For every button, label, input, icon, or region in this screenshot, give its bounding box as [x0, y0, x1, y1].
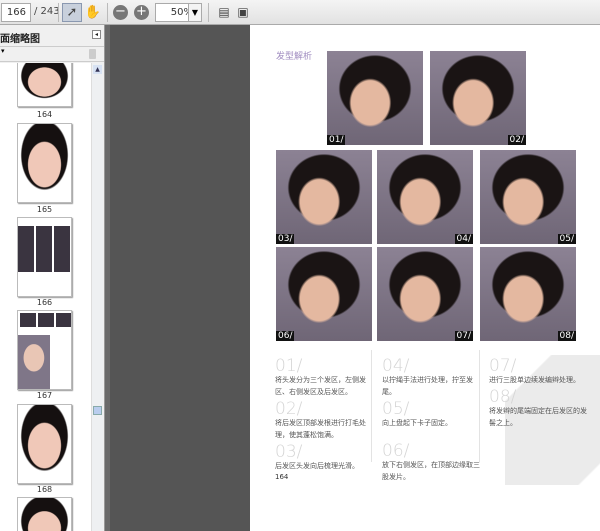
photo-label: 01/ — [327, 135, 346, 145]
toolbar: 166 / 243 ➚ ✋ − + 50% ▼ ▤ ▣ — [0, 0, 600, 25]
thumbnail-label: 166 — [36, 298, 53, 307]
thumbnail-label: 168 — [36, 485, 53, 494]
separator — [107, 3, 108, 22]
page-number-input[interactable]: 166 — [1, 3, 31, 22]
step-text: 向上盘起下卡子固定。 — [382, 419, 452, 427]
photo-label: 02/ — [507, 135, 526, 145]
photo-08: 08/ — [480, 247, 576, 341]
trash-icon[interactable] — [89, 49, 96, 59]
thumbnail-165[interactable] — [17, 123, 72, 203]
photo-label: 07/ — [454, 331, 473, 341]
step-text: 将头发分为三个发区，左侧发区、右侧发区及后发区。 — [275, 376, 366, 396]
thumbnail-168[interactable] — [17, 404, 72, 484]
photo-02: 02/ — [430, 51, 526, 145]
step-text: 将后发区顶部发根进行打毛处理，使其蓬松饱满。 — [275, 419, 366, 439]
steps-column-2: 04/ 以拧绳手法进行处理，拧至发尾。 05/ 向上盘起下卡子固定。 06/ 放… — [382, 355, 482, 483]
photo-01: 01/ — [327, 51, 423, 145]
page-total: / 243 — [34, 6, 60, 17]
fit-width-icon[interactable]: ▤ — [214, 3, 234, 22]
scroll-thumb[interactable] — [93, 406, 102, 415]
step-number: 08/ — [489, 387, 517, 407]
step-text: 将发辫的尾端固定在后发区的发髻之上。 — [489, 407, 587, 427]
photo-label: 08/ — [557, 331, 576, 341]
steps-column-1: 01/ 将头发分为三个发区，左侧发区、右侧发区及后发区。 02/ 将后发区顶部发… — [275, 355, 375, 472]
thumbnail-164[interactable] — [17, 63, 72, 107]
photo-label: 06/ — [276, 331, 295, 341]
options-row: ▾ — [0, 47, 104, 62]
separator — [58, 3, 59, 22]
step-text: 后发区头发向后梳理光滑。 — [275, 462, 359, 470]
thumbnails-panel: 面缩略图 ◂ ▾ 164 165 166 167 168 ▲ — [0, 25, 105, 531]
photo-07: 07/ — [377, 247, 473, 341]
page-title: 发型解析 — [276, 52, 313, 62]
zoom-out-icon[interactable]: − — [113, 5, 128, 20]
thumbnail-list: 164 165 166 167 168 — [0, 63, 91, 531]
collapse-icon[interactable]: ◂ — [92, 30, 101, 39]
step-number: 04/ — [382, 356, 410, 376]
zoom-in-icon[interactable]: + — [134, 5, 149, 20]
step-number: 06/ — [382, 441, 410, 461]
thumbnail-166[interactable] — [17, 217, 72, 297]
thumbnail-label: 165 — [36, 205, 53, 214]
photo-label: 05/ — [557, 234, 576, 244]
thumbnail-169[interactable] — [17, 497, 72, 531]
step-number: 01/ — [275, 356, 303, 376]
panel-splitter[interactable] — [105, 25, 110, 531]
zoom-dropdown-icon[interactable]: ▼ — [188, 3, 202, 22]
step-text: 进行三股单边续发编辫处理。 — [489, 376, 580, 384]
step-number: 07/ — [489, 356, 517, 376]
panel-header: 面缩略图 ◂ — [0, 25, 104, 47]
photo-05: 05/ — [480, 150, 576, 244]
steps-column-3: 07/ 进行三股单边续发编辫处理。 08/ 将发辫的尾端固定在后发区的发髻之上。 — [489, 355, 589, 429]
thumbnail-label: 167 — [36, 391, 53, 400]
options-dropdown-icon[interactable]: ▾ — [1, 47, 5, 55]
thumbnail-167[interactable] — [17, 310, 72, 390]
step-text: 以拧绳手法进行处理，拧至发尾。 — [382, 376, 473, 396]
scroll-up-icon[interactable]: ▲ — [93, 65, 102, 74]
photo-03: 03/ — [276, 150, 372, 244]
photo-label: 04/ — [454, 234, 473, 244]
separator — [208, 3, 209, 22]
document-page: 发型解析 01/ 02/ 03/ 04/ 05/ 06/ 07/ 08/ 01/… — [250, 25, 600, 531]
page-number: 164 — [275, 473, 289, 481]
photo-06: 06/ — [276, 247, 372, 341]
thumbnail-label: 164 — [36, 110, 53, 119]
step-text: 放下右侧发区，在顶部边缘取三股发片。 — [382, 461, 480, 481]
panel-title: 面缩略图 — [0, 34, 40, 45]
step-number: 02/ — [275, 399, 303, 419]
step-number: 03/ — [275, 442, 303, 462]
thumbnail-scrollbar[interactable]: ▲ — [91, 63, 103, 531]
fit-page-icon[interactable]: ▣ — [233, 3, 253, 22]
photo-04: 04/ — [377, 150, 473, 244]
select-arrow-icon[interactable]: ➚ — [62, 3, 82, 22]
hand-icon[interactable]: ✋ — [83, 3, 103, 22]
step-number: 05/ — [382, 399, 410, 419]
photo-label: 03/ — [276, 234, 295, 244]
